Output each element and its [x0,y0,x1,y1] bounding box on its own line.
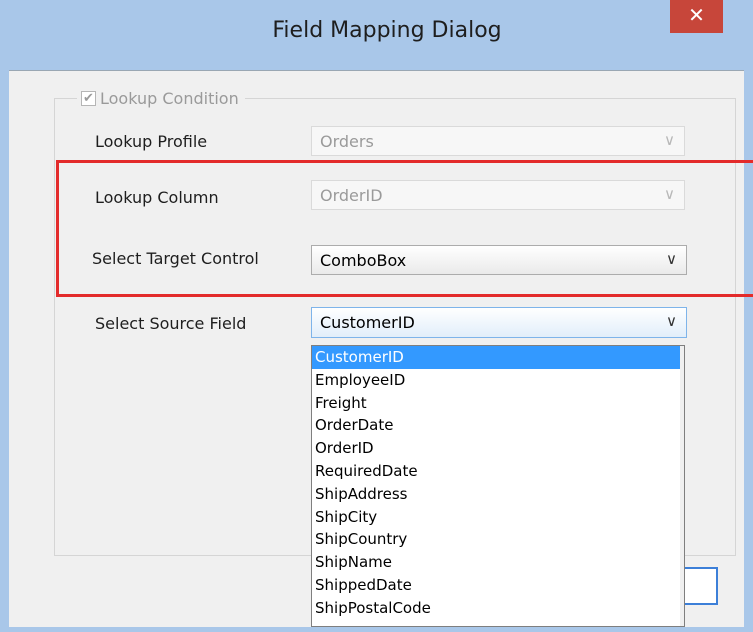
source-field-dropdown-list[interactable]: CustomerID EmployeeID Freight OrderDate … [311,345,685,627]
window-frame-left [0,70,9,632]
list-item[interactable]: ShipCountry [312,528,684,551]
dialog-title: Field Mapping Dialog [272,18,502,43]
list-item[interactable]: ShipName [312,551,684,574]
lookup-profile-label: Lookup Profile [95,132,208,151]
lookup-profile-value: Orders [320,132,374,151]
close-icon: ✕ [688,3,705,27]
list-item[interactable]: Freight [312,392,684,415]
title-bar[interactable]: Field Mapping Dialog ✕ [0,0,753,70]
lookup-profile-combobox[interactable]: Orders ∨ [311,126,685,156]
checkmark-icon: ✔ [81,90,96,106]
field-mapping-dialog: Field Mapping Dialog ✕ ✔ Lookup Conditio… [0,0,753,632]
highlight-annotation [56,160,753,297]
list-item[interactable]: OrderID [312,437,684,460]
source-field-label: Select Source Field [95,314,247,333]
lookup-condition-label: Lookup Condition [100,88,239,108]
source-field-value: CustomerID [320,313,415,332]
list-item[interactable]: ShipCity [312,506,684,529]
list-item[interactable]: ShipPostalCode [312,597,684,620]
list-item[interactable]: OrderDate [312,414,684,437]
list-item[interactable]: ShipAddress [312,483,684,506]
dialog-body: ✔ Lookup Condition Lookup Profile Orders… [9,70,744,627]
list-item[interactable]: EmployeeID [312,369,684,392]
dropdown-scrollbar[interactable] [680,346,684,626]
source-field-combobox[interactable]: CustomerID ∨ [311,307,687,338]
lookup-condition-checkbox[interactable]: ✔ Lookup Condition [77,84,245,112]
window-frame-right [744,70,753,632]
list-item[interactable]: RequiredDate [312,460,684,483]
list-item[interactable]: ShippedDate [312,574,684,597]
chevron-down-icon: ∨ [664,131,675,149]
chevron-down-icon: ∨ [666,312,677,330]
list-item[interactable]: CustomerID [312,346,684,369]
close-button[interactable]: ✕ [670,0,723,33]
